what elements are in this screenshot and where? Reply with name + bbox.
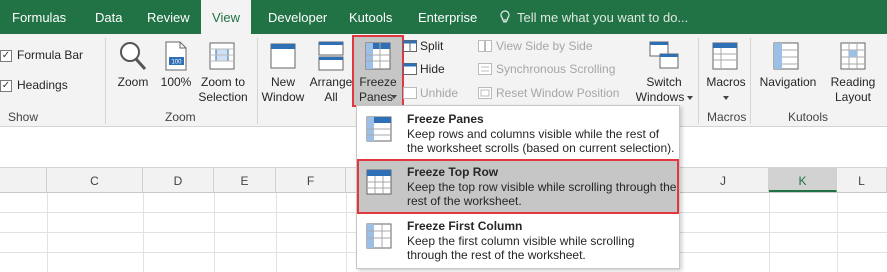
column-header-partial[interactable] bbox=[0, 168, 47, 192]
switch-windows-label-2[interactable]: Windows bbox=[632, 90, 688, 105]
gridline bbox=[276, 193, 277, 272]
chevron-down-icon bbox=[723, 96, 729, 100]
tab-enterprise[interactable]: Enterprise bbox=[418, 0, 477, 34]
unhide-label: Unhide bbox=[420, 86, 459, 100]
freeze-panes-menu: Freeze Panes Keep rows and columns visib… bbox=[356, 105, 680, 269]
switch-windows-label-1[interactable]: Switch bbox=[640, 75, 688, 90]
tab-data[interactable]: Data bbox=[95, 0, 122, 34]
freeze-top-row-highlight bbox=[357, 159, 679, 214]
headings-checkbox[interactable]: ✓ bbox=[0, 80, 12, 92]
navigation-label[interactable]: Navigation bbox=[756, 75, 820, 90]
side-by-side-icon bbox=[478, 40, 492, 52]
menu-item-freeze-first-column[interactable]: Freeze First Column Keep the first colum… bbox=[357, 214, 679, 266]
zoom-icon[interactable] bbox=[118, 40, 148, 72]
zoom-100-label[interactable]: 100% bbox=[156, 75, 196, 90]
gridline bbox=[346, 193, 347, 272]
unhide-icon bbox=[403, 87, 417, 99]
tell-me-box[interactable]: Tell me what you want to do... bbox=[499, 0, 688, 34]
zoom-to-label-1[interactable]: Zoom to bbox=[196, 75, 250, 90]
zoom-button-label[interactable]: Zoom bbox=[112, 75, 154, 90]
tab-view[interactable]: View bbox=[201, 0, 251, 34]
menu-item-description: Keep rows and columns visible while the … bbox=[407, 127, 675, 155]
menu-item-title: Freeze Panes bbox=[407, 112, 484, 126]
headings-label: Headings bbox=[17, 78, 68, 92]
arrange-all-label-1[interactable]: Arrange bbox=[306, 75, 356, 90]
gridline bbox=[769, 193, 770, 272]
chevron-down-icon bbox=[687, 96, 693, 100]
column-header-c[interactable]: C bbox=[47, 168, 143, 192]
group-separator bbox=[257, 38, 258, 124]
group-separator bbox=[105, 38, 106, 124]
formula-bar-checkbox[interactable]: ✓ bbox=[0, 50, 12, 62]
column-header-f[interactable]: F bbox=[276, 168, 346, 192]
show-group-label: Show bbox=[8, 110, 39, 124]
freeze-panes-highlight bbox=[352, 35, 404, 107]
group-separator bbox=[698, 38, 699, 124]
navigation-icon[interactable] bbox=[771, 40, 801, 72]
split-icon[interactable] bbox=[403, 40, 417, 52]
macros-group-label: Macros bbox=[707, 110, 747, 124]
view-side-by-side-label: View Side by Side bbox=[496, 39, 593, 53]
tell-me-text: Tell me what you want to do... bbox=[517, 10, 689, 25]
formula-bar-label: Formula Bar bbox=[17, 48, 84, 62]
gridline bbox=[837, 193, 838, 272]
freeze-panes-icon bbox=[366, 116, 392, 142]
reading-layout-label-1[interactable]: Reading bbox=[826, 75, 880, 90]
menu-item-freeze-panes[interactable]: Freeze Panes Keep rows and columns visib… bbox=[357, 107, 679, 159]
zoom-to-selection-icon[interactable] bbox=[208, 40, 238, 72]
group-separator bbox=[750, 38, 751, 124]
ribbon-tab-bar: Formulas Data Review View Developer Kuto… bbox=[0, 0, 887, 34]
tab-formulas[interactable]: Formulas bbox=[12, 0, 66, 34]
column-header-e[interactable]: E bbox=[214, 168, 276, 192]
menu-item-description: Keep the first column visible while scro… bbox=[407, 234, 635, 262]
zoom-to-label-2[interactable]: Selection bbox=[194, 90, 252, 105]
arrange-all-icon[interactable] bbox=[316, 40, 346, 72]
gridline bbox=[47, 193, 48, 272]
svg-text:100: 100 bbox=[171, 60, 182, 66]
arrange-all-label-2[interactable]: All bbox=[306, 90, 356, 105]
tab-review[interactable]: Review bbox=[147, 0, 190, 34]
lightbulb-icon bbox=[500, 10, 510, 23]
column-header-d[interactable]: D bbox=[143, 168, 214, 192]
split-label[interactable]: Split bbox=[420, 39, 443, 54]
synchronous-scrolling-label: Synchronous Scrolling bbox=[496, 62, 616, 76]
hide-icon[interactable] bbox=[403, 63, 417, 75]
zoom-group-label: Zoom bbox=[165, 110, 196, 124]
zoom-100-icon[interactable]: 100 bbox=[163, 40, 189, 72]
new-window-label-1[interactable]: New bbox=[260, 75, 306, 90]
reading-layout-icon[interactable] bbox=[838, 40, 868, 72]
reading-layout-label-2[interactable]: Layout bbox=[826, 90, 880, 105]
kutools-group-label: Kutools bbox=[788, 110, 829, 124]
macros-icon[interactable] bbox=[710, 40, 740, 72]
gridline bbox=[214, 193, 215, 272]
reset-window-icon bbox=[478, 87, 492, 99]
gridline bbox=[143, 193, 144, 272]
new-window-label-2[interactable]: Window bbox=[256, 90, 310, 105]
column-header-l[interactable]: L bbox=[837, 168, 887, 192]
macros-label[interactable]: Macros bbox=[704, 75, 748, 90]
freeze-first-column-icon bbox=[366, 223, 392, 249]
sync-scroll-icon bbox=[478, 63, 492, 75]
new-window-icon[interactable] bbox=[268, 40, 298, 72]
reset-window-position-label: Reset Window Position bbox=[496, 86, 620, 100]
tab-kutools[interactable]: Kutools bbox=[349, 0, 392, 34]
switch-windows-icon[interactable] bbox=[648, 40, 680, 72]
column-header-k[interactable]: K bbox=[769, 168, 837, 192]
hide-label[interactable]: Hide bbox=[420, 62, 445, 77]
column-header-j[interactable]: J bbox=[678, 168, 769, 192]
menu-item-title: Freeze First Column bbox=[407, 219, 523, 233]
tab-developer[interactable]: Developer bbox=[268, 0, 327, 34]
